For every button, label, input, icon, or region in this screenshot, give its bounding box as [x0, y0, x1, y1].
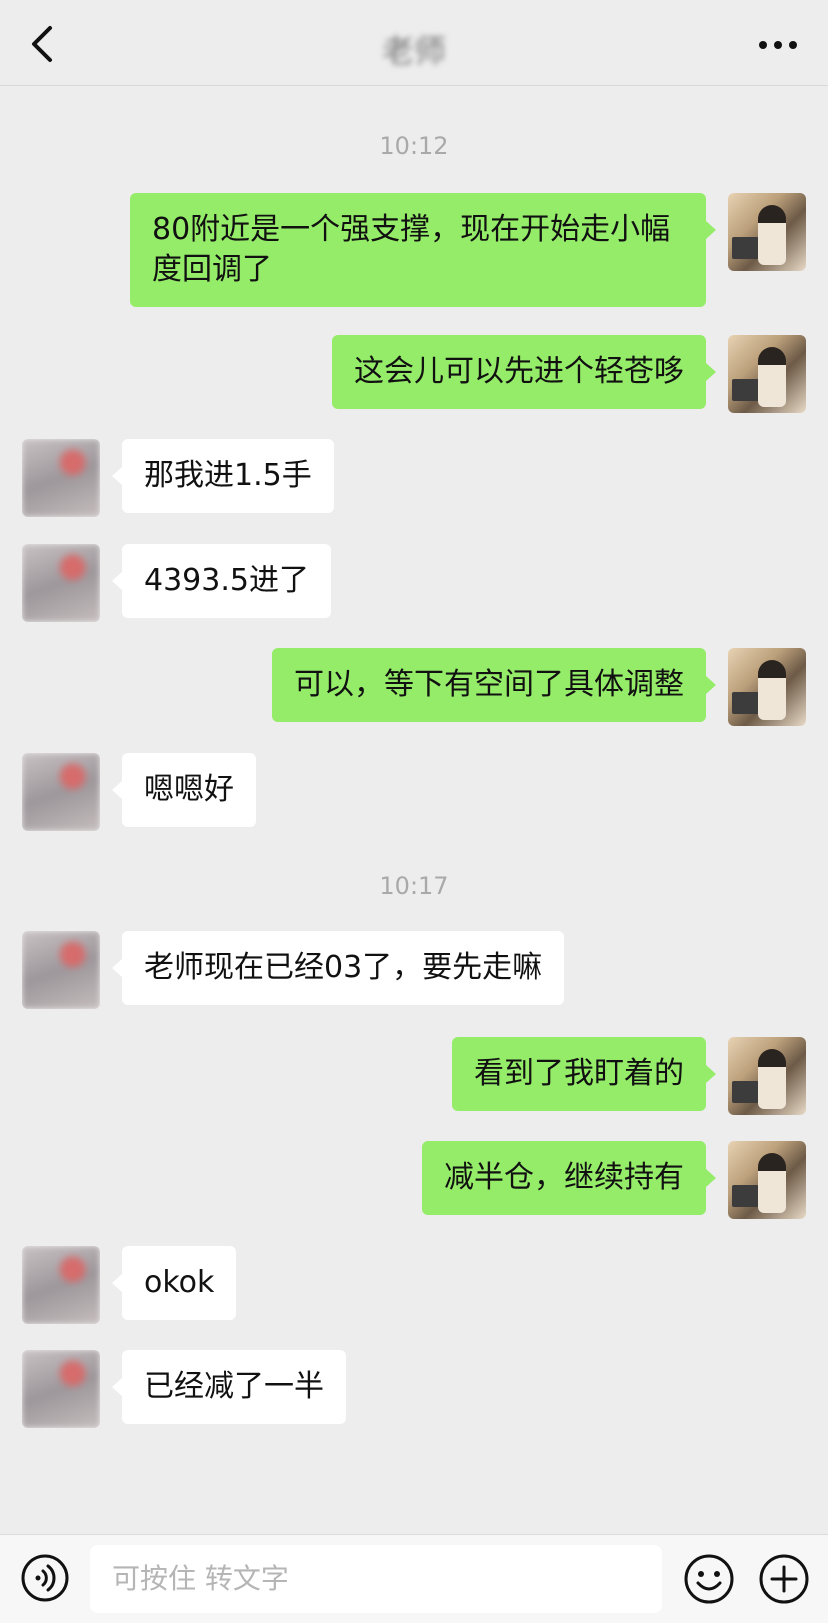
message-input[interactable]: 可按住 转文字 [90, 1545, 662, 1613]
avatar[interactable] [728, 648, 806, 726]
avatar[interactable] [22, 753, 100, 831]
message-bubble[interactable]: 嗯嗯好 [112, 753, 256, 827]
top-bar: 老师 [0, 0, 828, 86]
message-bubble[interactable]: 老师现在已经03了，要先走嘛 [111, 931, 565, 1005]
avatar[interactable] [22, 439, 100, 517]
message-bubble[interactable]: 80附近是一个强支撑，现在开始走小幅度回调了 [130, 193, 716, 307]
message-bubble[interactable]: okok [111, 1246, 237, 1320]
voice-icon[interactable] [20, 1553, 70, 1603]
avatar[interactable] [22, 544, 100, 622]
message-bubble[interactable]: 这会儿可以先进个轻苍哆 [332, 335, 716, 409]
message-bubble[interactable]: 可以，等下有空间了具体调整 [272, 648, 716, 722]
avatar[interactable] [22, 1350, 100, 1428]
avatar[interactable] [22, 1246, 100, 1324]
avatar[interactable] [728, 335, 806, 413]
message-bubble[interactable]: 看到了我盯着的 [452, 1037, 716, 1111]
timestamp: 10:12 [379, 132, 449, 160]
message-bubble[interactable]: 已经减了一半 [112, 1350, 346, 1424]
more-dots-icon[interactable] [756, 30, 800, 60]
avatar[interactable] [728, 1141, 806, 1219]
avatar[interactable] [728, 1037, 806, 1115]
message-bubble[interactable]: 那我进1.5手 [112, 439, 334, 513]
avatar[interactable] [728, 193, 806, 271]
chat-area[interactable]: 10:12 80附近是一个强支撑，现在开始走小幅度回调了 这会儿可以先进个轻苍哆… [0, 86, 828, 1534]
plus-icon[interactable] [758, 1553, 810, 1605]
emoji-icon[interactable] [683, 1553, 735, 1605]
input-bar: 可按住 转文字 [0, 1534, 828, 1623]
avatar[interactable] [22, 931, 100, 1009]
message-bubble[interactable]: 减半仓，继续持有 [422, 1141, 716, 1215]
timestamp: 10:17 [379, 872, 449, 900]
chat-title: 老师 [381, 32, 446, 70]
message-bubble[interactable]: 4393.5进了 [112, 544, 331, 618]
